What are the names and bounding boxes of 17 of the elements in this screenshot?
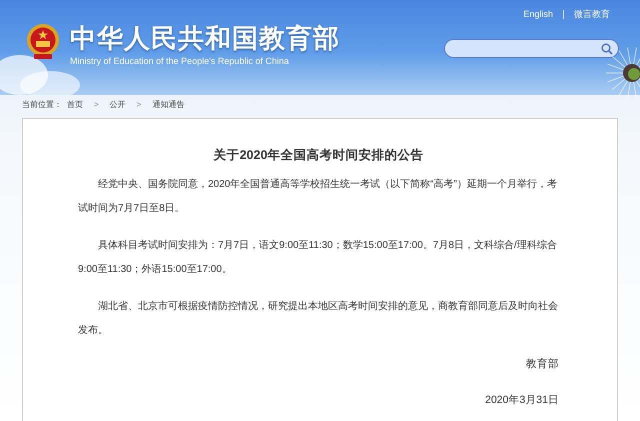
breadcrumb-label: 当前位置： [22,99,62,111]
article-date: 2020年3月31日 [485,393,559,408]
site-title: 中华人民共和国教育部 [70,23,340,53]
breadcrumb-separator: > [94,99,99,111]
search-icon[interactable] [601,42,613,54]
article-paragraph: 经党中央、国务院同意，2020年全国普通高等学校招生统一考试（以下简称“高考”）延期一个月举行，考试时间为7月7日至8日。 [78,178,558,216]
breadcrumb-link[interactable]: 公开 [110,99,126,111]
breadcrumb-link[interactable]: 首页 [67,99,83,111]
article-paragraph: 具体科目考试时间安排为：7月7日，语文9:00至11:30；数学15:00至17:00。7月8日，文科综合/理科综合9:00至11:30；外语15:00至17:00。 [78,238,558,277]
breadcrumb-link[interactable]: 通知通告 [152,99,184,111]
search-field[interactable] [444,39,619,58]
site-subtitle: Ministry of Education of the People's Republic of China [70,55,290,67]
emblem-icon [25,23,61,61]
breadcrumb-separator: > [136,99,142,111]
article-title: 关于2020年全国高考时间安排的公告 [212,147,424,163]
article-paragraph: 湖北省、北京市可根据疫情防控情况，研究提出本地区高考时间安排的意见，商教育部同意后及时向社会发布。 [78,300,559,338]
article-signature: 教育部 [526,357,559,372]
